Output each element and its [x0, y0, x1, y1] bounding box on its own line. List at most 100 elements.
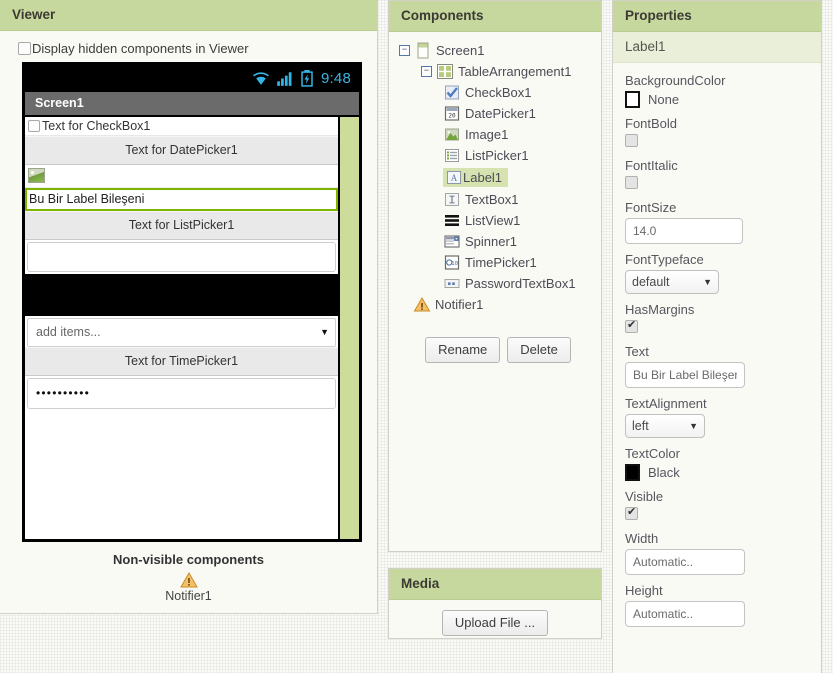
tree-node-label: TimePicker1	[465, 254, 537, 270]
viewer-empty-space	[25, 410, 338, 539]
properties-list: BackgroundColor None FontBold FontItalic…	[613, 63, 821, 637]
viewer-spinner1[interactable]: add items... ▼	[27, 317, 336, 347]
tree-node-listview1[interactable]: ListView1	[395, 210, 601, 231]
warning-triangle-icon	[179, 571, 198, 588]
prop-label-fontsize: FontSize	[625, 199, 677, 215]
screen-icon	[417, 42, 429, 59]
label-icon: A	[447, 170, 461, 184]
display-hidden-components-checkbox[interactable]	[18, 41, 31, 55]
collapse-toggle-icon[interactable]: −	[421, 65, 432, 77]
wifi-icon	[253, 72, 269, 85]
delete-button[interactable]: Delete	[507, 336, 571, 363]
tree-node-label1[interactable]: A Label1	[395, 166, 601, 189]
non-visible-item-notifier1[interactable]: Notifier1	[10, 571, 367, 603]
textalignment-select[interactable]: left ▼	[625, 413, 705, 438]
text-input[interactable]	[625, 361, 745, 388]
tree-node-spinner1[interactable]: Spinner1	[395, 231, 601, 252]
viewer-checkbox1-box[interactable]	[28, 119, 40, 132]
warning-triangle-icon	[413, 296, 431, 312]
tree-node-label: DatePicker1	[465, 105, 536, 121]
tree-node-label: CheckBox1	[465, 84, 532, 100]
fontsize-input[interactable]	[625, 217, 743, 244]
tree-node-screen1[interactable]: − Screen1	[395, 40, 601, 61]
tree-node-label: Spinner1	[465, 233, 518, 249]
tree-node-label: Notifier1	[435, 296, 484, 312]
screen-title-bar: Screen1	[25, 91, 359, 117]
image-placeholder-icon	[28, 167, 45, 183]
chevron-down-icon: ▼	[689, 420, 698, 431]
hasmargins-checkbox[interactable]	[625, 318, 638, 333]
media-panel-title: Media	[389, 569, 601, 600]
signal-bars-icon	[277, 72, 292, 86]
tree-node-label: ListPicker1	[465, 147, 529, 163]
viewer-label1-selected[interactable]: Bu Bir Label Bileşeni	[25, 187, 338, 211]
display-hidden-components-row[interactable]: Display hidden components in Viewer	[18, 41, 367, 56]
tree-node-textbox1[interactable]: TextBox1	[395, 189, 601, 210]
non-visible-item-label: Notifier1	[165, 588, 212, 603]
viewer-panel: Viewer Display hidden components in View…	[0, 0, 378, 614]
backgroundcolor-swatch[interactable]	[625, 90, 640, 108]
tree-node-listpicker1[interactable]: ListPicker1	[395, 145, 601, 166]
viewer-listview1[interactable]	[25, 273, 338, 316]
viewer-image1[interactable]	[25, 164, 338, 188]
listpicker-icon	[445, 148, 459, 162]
phone-mockup: 9:48 Screen1 Text for CheckBox1 Text for…	[22, 61, 362, 542]
checkbox-icon	[445, 85, 459, 100]
tree-node-notifier1[interactable]: Notifier1	[395, 294, 601, 315]
tree-node-selected-highlight[interactable]: A Label1	[443, 167, 509, 187]
tree-node-label: TextBox1	[465, 191, 519, 207]
prop-backgroundcolor-control[interactable]: None	[625, 90, 809, 108]
tree-node-timepicker1[interactable]: 10 TimePicker1	[395, 252, 601, 273]
spinner-icon	[444, 235, 460, 248]
timepicker-icon: 10	[444, 255, 460, 270]
tree-node-passwordtextbox1[interactable]: PasswordTextBox1	[395, 273, 601, 294]
fonttypeface-select[interactable]: default ▼	[625, 269, 719, 294]
prop-label-text: Text	[625, 343, 649, 359]
fontbold-checkbox[interactable]	[625, 133, 638, 147]
battery-icon	[301, 69, 313, 87]
fontitalic-checkbox[interactable]	[625, 175, 638, 189]
prop-textcolor-control[interactable]: Black	[625, 463, 809, 481]
screen-background-gutter	[340, 116, 359, 539]
media-panel: Media Upload File ...	[388, 568, 602, 639]
tree-node-label: Image1	[465, 126, 509, 142]
backgroundcolor-value: None	[648, 91, 680, 107]
textbox-icon	[445, 192, 459, 206]
tree-node-checkbox1[interactable]: CheckBox1	[395, 82, 601, 103]
prop-label-hasmargins: HasMargins	[625, 301, 695, 317]
tree-node-label: Screen1	[436, 42, 485, 58]
viewer-passwordtextbox1[interactable]: ••••••••••	[27, 377, 336, 409]
viewer-datepicker1[interactable]: Text for DatePicker1	[25, 135, 338, 165]
prop-label-textcolor: TextColor	[625, 445, 680, 461]
tree-node-label: TableArrangement1	[458, 63, 572, 79]
svg-text:A: A	[451, 173, 458, 183]
viewer-checkbox1[interactable]: Text for CheckBox1	[25, 116, 338, 136]
viewer-timepicker1[interactable]: Text for TimePicker1	[25, 346, 338, 376]
width-input[interactable]	[625, 548, 745, 575]
viewer-textbox1[interactable]	[27, 241, 336, 272]
tree-node-image1[interactable]: Image1	[395, 124, 601, 145]
listview-icon	[445, 214, 459, 226]
component-tree: − Screen1 − TableArrangement1 CheckBox1 …	[389, 32, 601, 363]
status-bar-clock: 9:48	[321, 69, 351, 87]
svg-text:10: 10	[451, 261, 458, 267]
tree-node-label: Label1	[463, 169, 503, 185]
height-input[interactable]	[625, 600, 745, 627]
rename-button[interactable]: Rename	[425, 336, 501, 363]
viewer-listpicker1[interactable]: Text for ListPicker1	[25, 210, 338, 240]
upload-file-button[interactable]: Upload File ...	[441, 609, 549, 636]
textcolor-swatch[interactable]	[625, 463, 640, 481]
prop-label-backgroundcolor: BackgroundColor	[625, 72, 726, 88]
image-icon	[445, 128, 459, 141]
visible-checkbox[interactable]	[625, 505, 638, 520]
android-status-bar: 9:48	[25, 64, 359, 92]
chevron-down-icon: ▼	[703, 276, 712, 287]
chevron-down-icon: ▼	[320, 327, 329, 338]
viewer-panel-title: Viewer	[0, 0, 377, 31]
collapse-toggle-icon[interactable]: −	[399, 44, 410, 56]
properties-panel: Properties Label1 BackgroundColor None F…	[612, 0, 822, 673]
viewer-body: Display hidden components in Viewer 9:48…	[0, 31, 377, 613]
textalignment-value: left	[632, 418, 649, 433]
tree-node-tablearrangement1[interactable]: − TableArrangement1	[395, 61, 601, 82]
tree-node-datepicker1[interactable]: 20 DatePicker1	[395, 103, 601, 124]
